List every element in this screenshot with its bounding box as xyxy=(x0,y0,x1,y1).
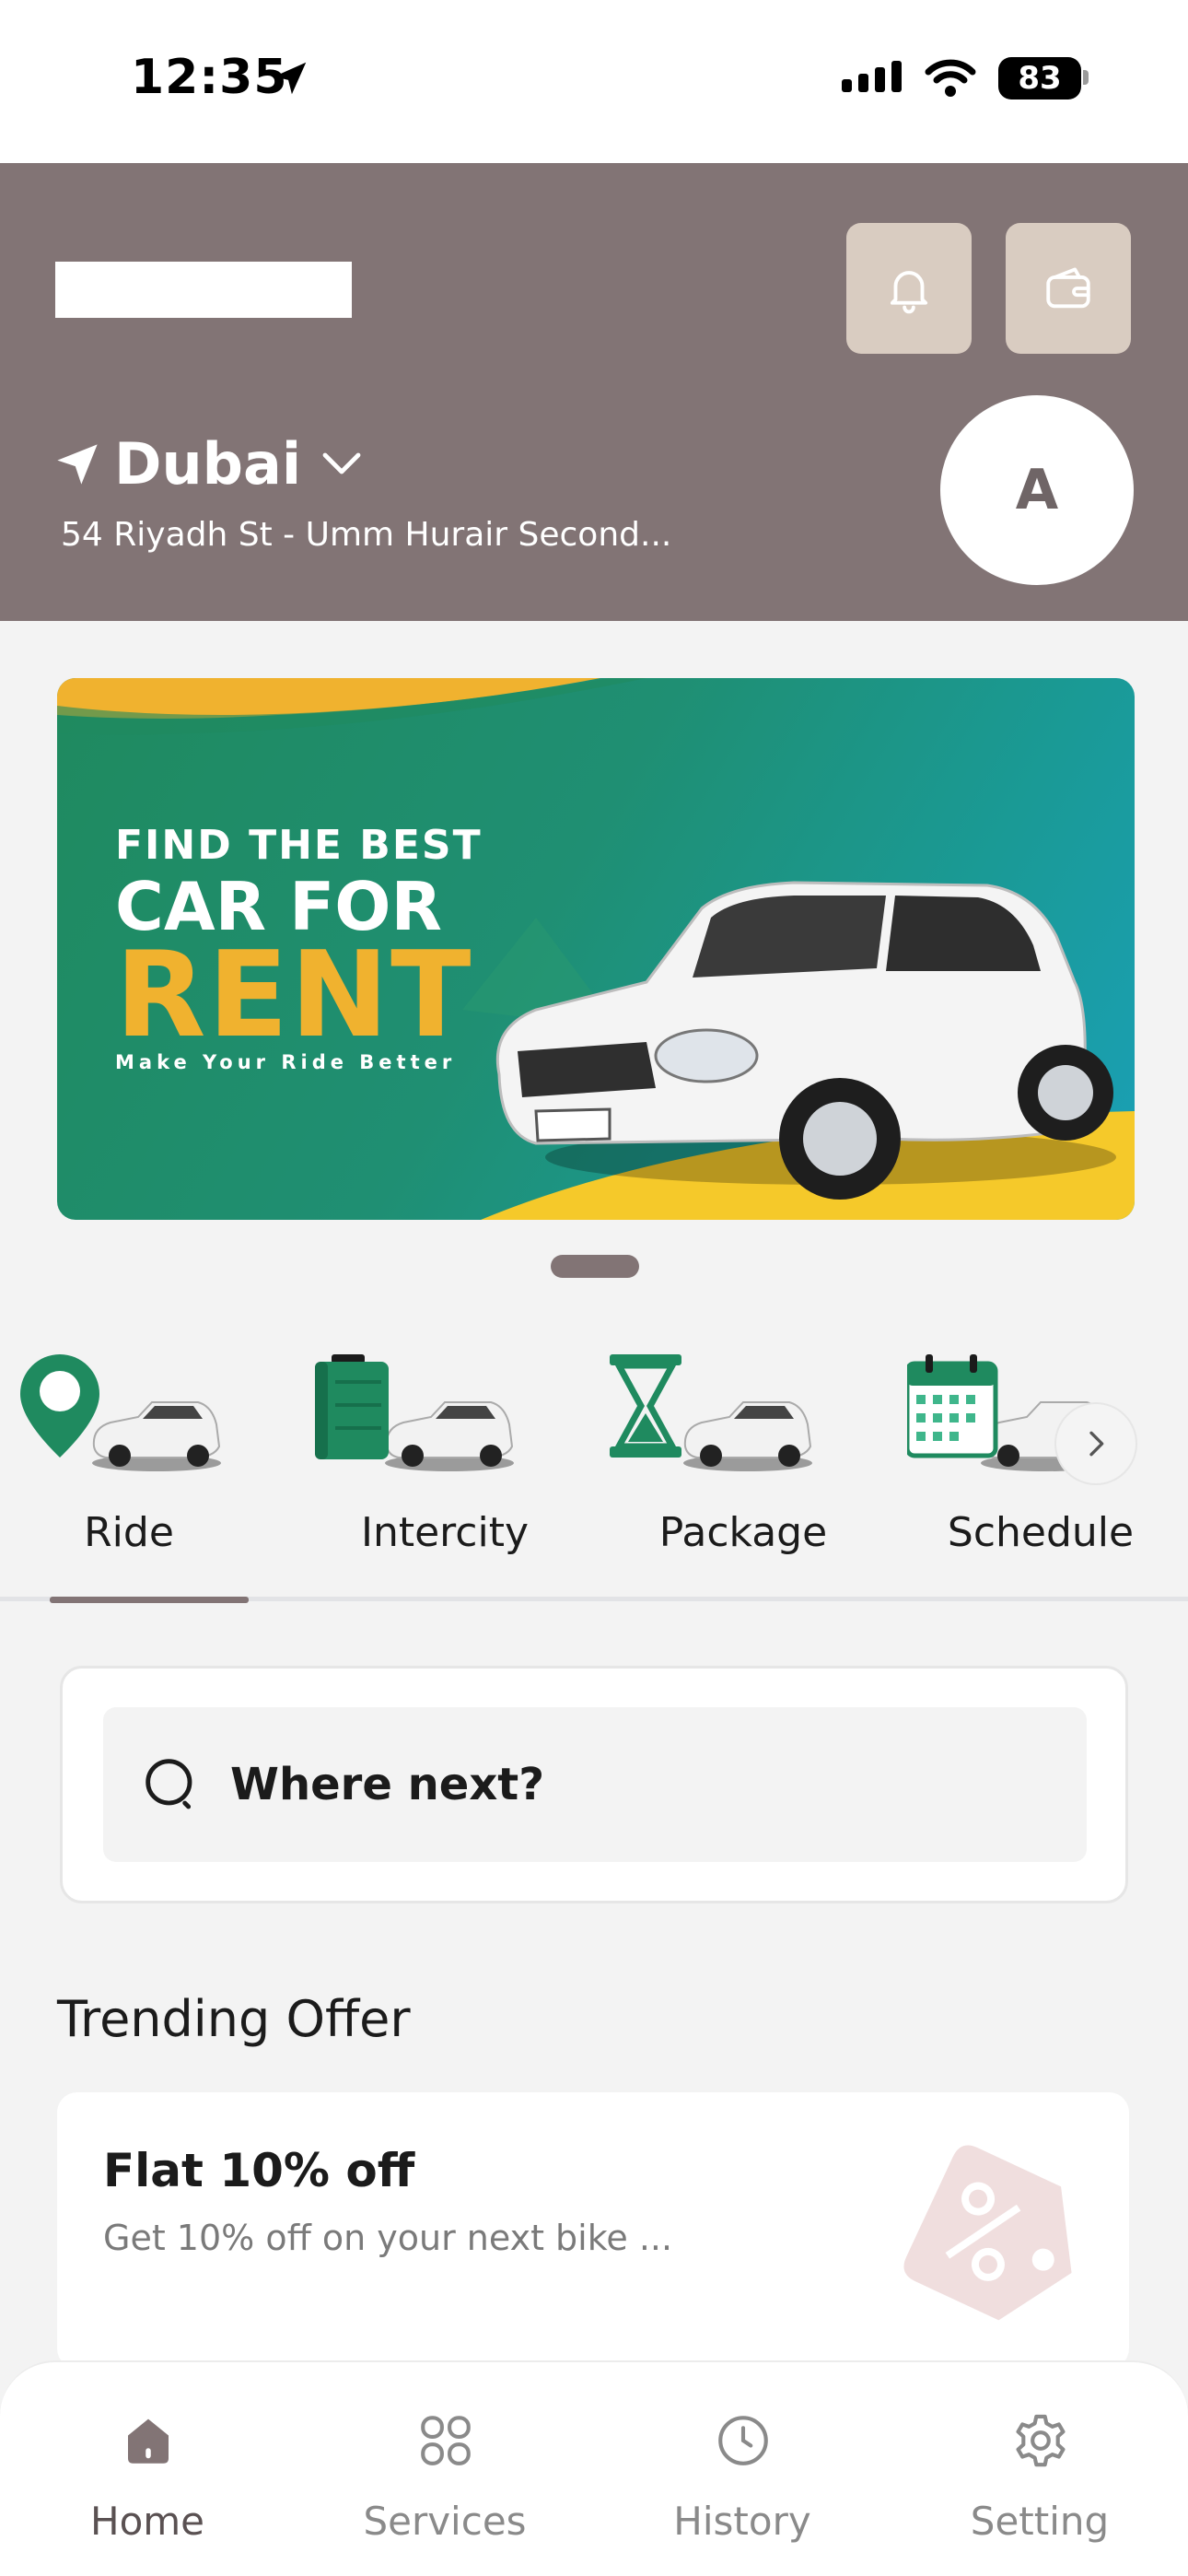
nav-history[interactable]: History xyxy=(632,2410,853,2548)
tab-package-label: Package xyxy=(658,1509,828,1556)
tab-schedule-label: Schedule xyxy=(947,1509,1135,1556)
search-card: Where next? xyxy=(60,1666,1128,1903)
search-icon xyxy=(146,1759,192,1809)
gear-icon xyxy=(1016,2414,1066,2467)
bell-icon xyxy=(890,271,928,314)
location-pin-car-icon xyxy=(20,1354,221,1471)
service-tabs: Ride Intercity Package Schedule xyxy=(0,1354,1188,1603)
battery-tip xyxy=(1083,70,1089,85)
location-arrow-icon xyxy=(274,62,307,95)
tab-schedule[interactable]: Schedule xyxy=(907,1354,1174,1575)
tab-ride[interactable]: Ride xyxy=(18,1354,285,1575)
app-header: Dubai 54 Riyadh St - Umm Hurair Second..… xyxy=(0,163,1188,621)
nav-home[interactable]: Home xyxy=(37,2410,258,2548)
chevron-down-icon xyxy=(322,452,361,474)
city-name: Dubai xyxy=(114,430,302,498)
bottom-navigation: Home Services History Setting xyxy=(0,2360,1188,2576)
trending-section-title: Trending Offer xyxy=(57,1990,411,2048)
clock-icon xyxy=(718,2416,768,2465)
tab-package[interactable]: Package xyxy=(610,1354,877,1575)
car-illustration xyxy=(495,881,1116,1200)
battery-level: 83 xyxy=(998,57,1081,100)
offer-title: Flat 10% off xyxy=(103,2144,415,2197)
active-tab-indicator xyxy=(50,1597,249,1603)
navigation-arrow-icon xyxy=(57,443,98,485)
banner-tagline: Make Your Ride Better xyxy=(115,1051,457,1073)
wallet-button[interactable] xyxy=(1006,223,1131,354)
promo-banner[interactable]: FIND THE BEST CAR FOR RENT Make Your Rid… xyxy=(57,678,1135,1220)
status-time: 12:35 xyxy=(131,50,288,105)
nav-services[interactable]: Services xyxy=(334,2410,555,2548)
notifications-button[interactable] xyxy=(846,223,972,354)
hourglass-car-icon xyxy=(610,1354,812,1471)
suitcase-car-icon xyxy=(315,1354,514,1471)
discount-tag-icon xyxy=(903,2145,1072,2321)
nav-home-label: Home xyxy=(89,2499,205,2544)
tab-intercity-label: Intercity xyxy=(360,1509,529,1556)
tab-ride-label: Ride xyxy=(84,1509,174,1556)
nav-history-label: History xyxy=(673,2499,811,2544)
carousel-page-indicator[interactable] xyxy=(551,1255,639,1278)
chevron-right-icon xyxy=(1089,1431,1104,1457)
offer-description: Get 10% off on your next bike ... xyxy=(103,2218,673,2258)
wallet-icon xyxy=(1046,267,1090,309)
home-icon xyxy=(128,2418,169,2464)
destination-search-input[interactable]: Where next? xyxy=(103,1707,1087,1862)
tab-intercity[interactable]: Intercity xyxy=(311,1354,578,1575)
city-selector[interactable]: Dubai xyxy=(53,430,364,498)
banner-headline-small: FIND THE BEST xyxy=(115,822,483,869)
grid-icon xyxy=(421,2416,471,2465)
banner-headline-large: RENT xyxy=(115,927,473,1064)
wifi-icon xyxy=(925,59,976,97)
cellular-signal-icon xyxy=(842,61,902,92)
current-address: 54 Riyadh St - Umm Hurair Second... xyxy=(61,516,672,554)
search-placeholder: Where next? xyxy=(230,1759,545,1810)
scroll-right-button[interactable] xyxy=(1054,1402,1137,1485)
offer-card[interactable]: Flat 10% off Get 10% off on your next bi… xyxy=(57,2092,1129,2369)
nav-setting[interactable]: Setting xyxy=(929,2410,1150,2548)
nav-services-label: Services xyxy=(363,2499,527,2544)
app-logo-placeholder xyxy=(55,262,352,318)
status-bar: 12:35 83 xyxy=(0,0,1188,163)
nav-setting-label: Setting xyxy=(970,2499,1110,2544)
profile-avatar[interactable]: A xyxy=(940,395,1134,585)
